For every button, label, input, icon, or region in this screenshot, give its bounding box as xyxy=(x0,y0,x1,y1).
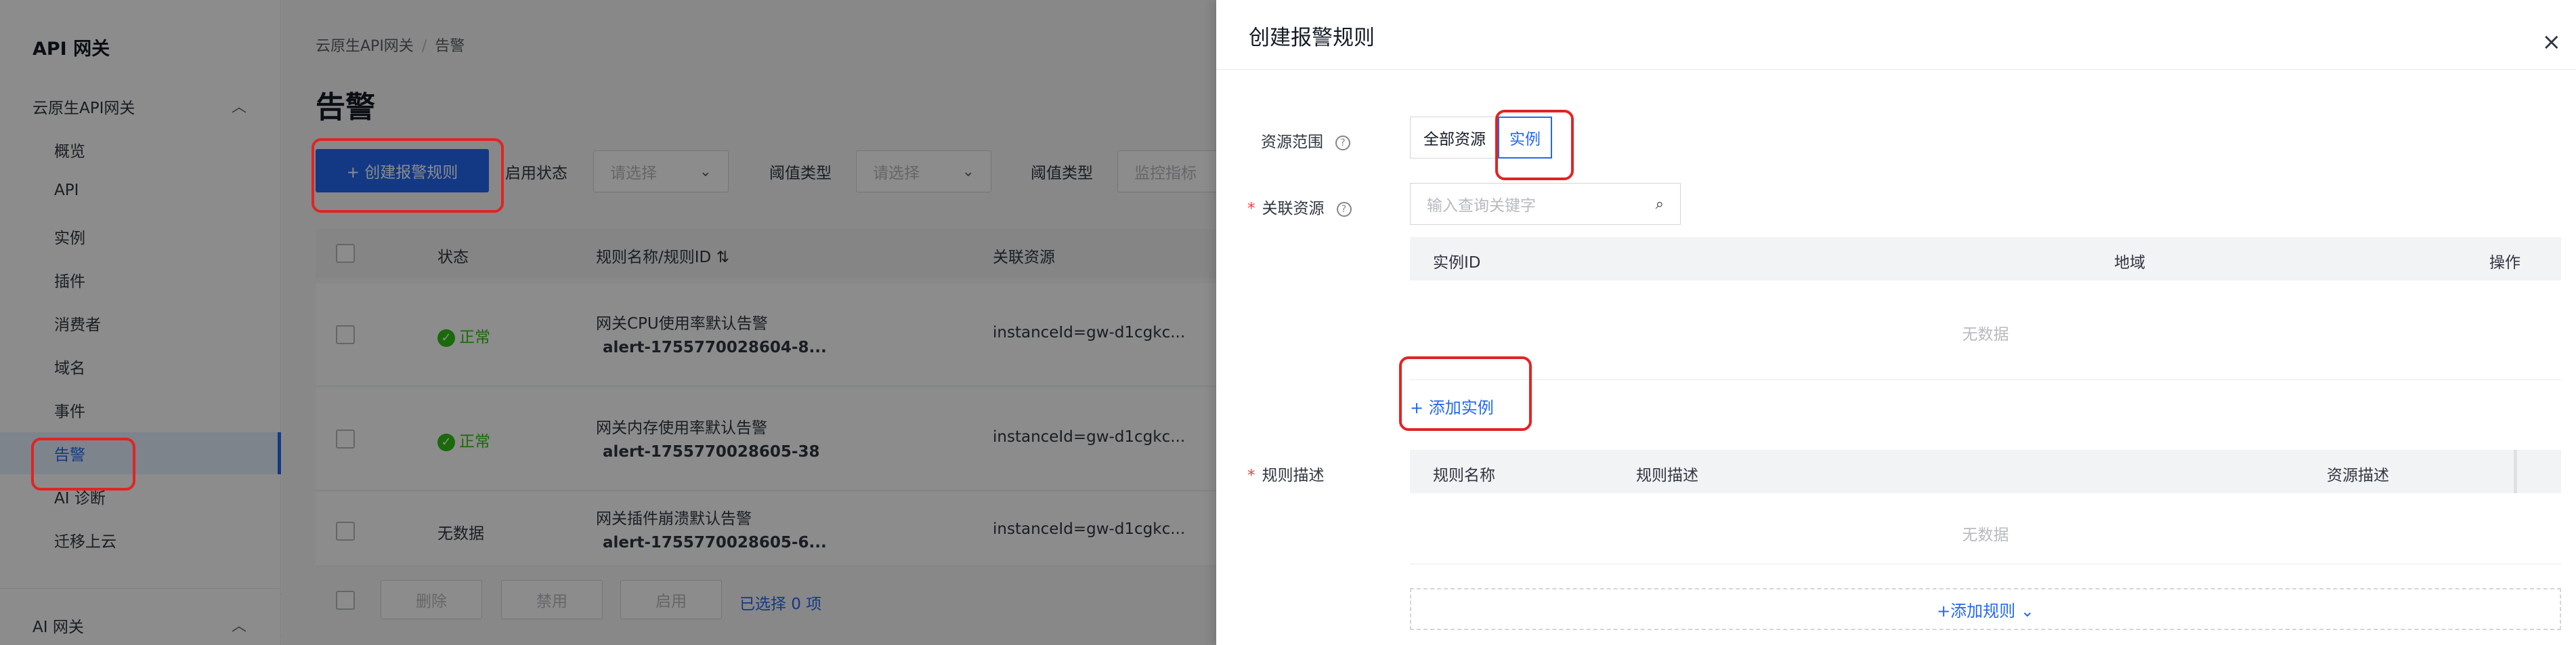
close-icon[interactable]: × xyxy=(2542,28,2562,56)
drawer-title: 创建报警规则 xyxy=(1249,26,1375,50)
column-resource-desc: 资源描述 xyxy=(2327,467,2389,484)
highlight-alert-item xyxy=(31,438,135,491)
instance-table-header: 实例ID 地域 操作 xyxy=(1410,237,2561,280)
resource-scope-label: 资源范围? xyxy=(1261,129,1350,152)
column-rule-name: 规则名称 xyxy=(1433,467,1495,484)
resource-scope-label-text: 资源范围 xyxy=(1261,133,1323,151)
linked-resource-label-text: 关联资源 xyxy=(1262,200,1325,217)
highlight-instance-option xyxy=(1495,110,1574,180)
scope-option-all[interactable]: 全部资源 xyxy=(1410,117,1499,159)
linked-resource-label: * 关联资源? xyxy=(1247,195,1352,218)
create-alert-drawer: 创建报警规则 × 资源范围? 全部资源 实例 * 关联资源? 输入查询关键字 ⌕ 实… xyxy=(1216,0,2576,645)
instance-table-divider xyxy=(1410,379,2561,380)
rule-table-empty: 无数据 xyxy=(1962,526,2009,544)
help-icon[interactable]: ? xyxy=(1335,135,1350,150)
column-action: 操作 xyxy=(2489,254,2520,272)
required-mark: * xyxy=(1247,200,1255,217)
column-resize-handle[interactable] xyxy=(2514,450,2517,493)
rule-desc-label: * 规则描述 xyxy=(1247,462,1325,485)
search-icon[interactable]: ⌕ xyxy=(1656,196,1664,213)
column-instance-id: 实例ID xyxy=(1433,254,1481,272)
rule-table-header: 规则名称 规则描述 资源描述 xyxy=(1410,450,2561,493)
required-mark: * xyxy=(1247,467,1255,484)
add-rule-button[interactable]: +添加规则 ⌄ xyxy=(1410,588,2561,630)
resource-search-input[interactable]: 输入查询关键字 ⌕ xyxy=(1410,183,1681,225)
column-rule-desc: 规则描述 xyxy=(1636,467,1698,484)
instance-table-empty: 无数据 xyxy=(1962,326,2009,344)
drawer-divider xyxy=(1216,69,2576,70)
highlight-create-button xyxy=(312,138,504,213)
search-placeholder: 输入查询关键字 xyxy=(1427,197,1536,215)
column-region: 地域 xyxy=(2114,254,2145,272)
help-icon[interactable]: ? xyxy=(1336,201,1352,217)
rule-desc-label-text: 规则描述 xyxy=(1262,467,1325,484)
modal-overlay[interactable] xyxy=(0,0,1216,645)
highlight-add-instance xyxy=(1399,356,1532,431)
